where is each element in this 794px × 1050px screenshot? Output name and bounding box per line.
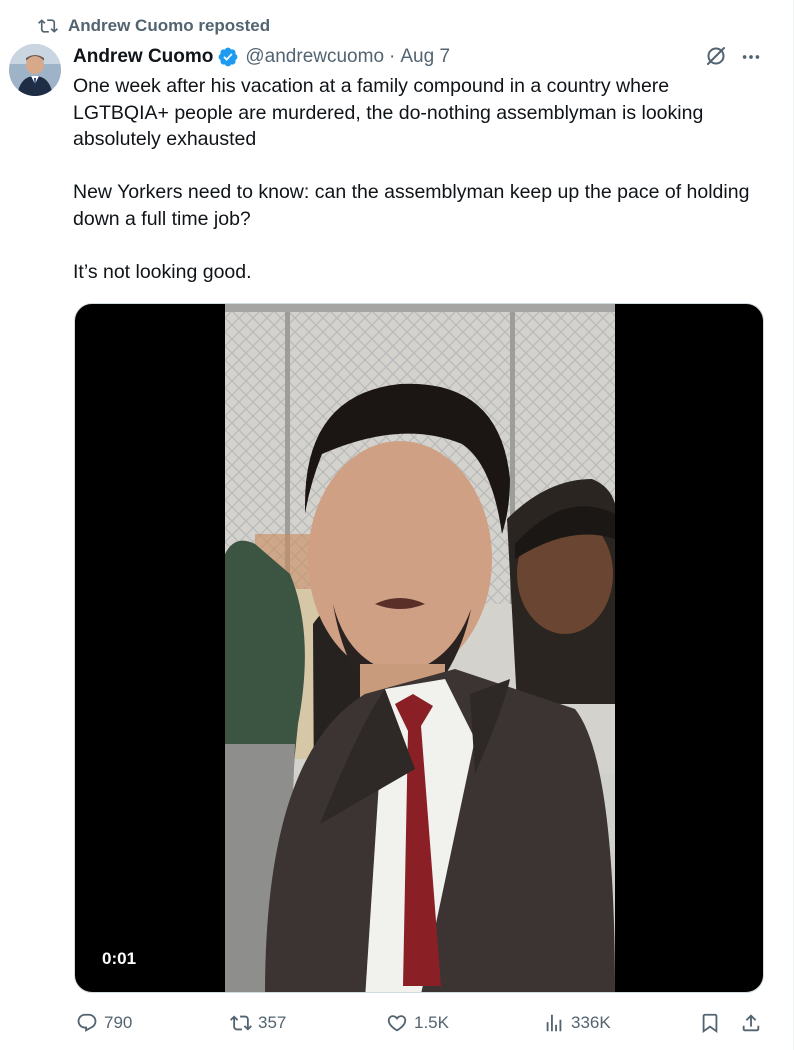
like-count: 1.5K <box>414 1013 449 1032</box>
tweet-paragraph: It’s not looking good. <box>73 260 252 283</box>
repost-label: Andrew Cuomo reposted <box>68 16 271 35</box>
repost-button[interactable]: 357 <box>230 1006 286 1040</box>
video-player[interactable]: 0:01 <box>74 303 764 993</box>
reply-icon <box>77 1013 97 1032</box>
repost-context[interactable]: Andrew Cuomo reposted <box>38 14 270 38</box>
tweet-header: Andrew Cuomo @andrewcuomo · Aug 7 <box>73 43 450 71</box>
video-frame[interactable] <box>225 304 615 992</box>
view-count: 336K <box>571 1013 611 1032</box>
tweet-paragraph: New Yorkers need to know: can the assemb… <box>73 181 750 230</box>
post-date[interactable]: Aug 7 <box>400 46 450 68</box>
more-options-icon[interactable] <box>740 46 762 68</box>
separator-dot: · <box>389 46 396 67</box>
tweet[interactable]: Andrew Cuomo reposted Andrew Cuomo @andr… <box>0 0 794 1050</box>
video-timestamp: 0:01 <box>93 946 146 972</box>
repost-count: 357 <box>258 1013 287 1032</box>
tweet-paragraph: One week after his vacation at a family … <box>73 75 704 150</box>
bookmark-button[interactable] <box>699 1006 721 1040</box>
views-button[interactable]: 336K <box>543 1006 611 1040</box>
reply-count: 790 <box>104 1013 133 1032</box>
heart-icon <box>387 1015 407 1032</box>
video-still <box>225 304 615 992</box>
author-handle[interactable]: @andrewcuomo <box>245 46 384 68</box>
like-button[interactable]: 1.5K <box>386 1006 449 1040</box>
bookmark-icon <box>702 1013 718 1034</box>
reply-button[interactable]: 790 <box>76 1006 132 1040</box>
repost-icon <box>38 19 58 33</box>
tweet-text: One week after his vacation at a family … <box>73 73 763 285</box>
analytics-icon <box>546 1014 562 1032</box>
avatar[interactable] <box>9 44 61 96</box>
share-button[interactable] <box>740 1006 762 1040</box>
repost-icon <box>230 1015 252 1031</box>
verified-badge-icon[interactable] <box>217 46 239 68</box>
grok-icon[interactable] <box>704 44 728 68</box>
author-name[interactable]: Andrew Cuomo <box>73 46 213 68</box>
share-icon <box>742 1014 760 1032</box>
action-bar: 790 357 1.5K 336K <box>0 1006 794 1040</box>
